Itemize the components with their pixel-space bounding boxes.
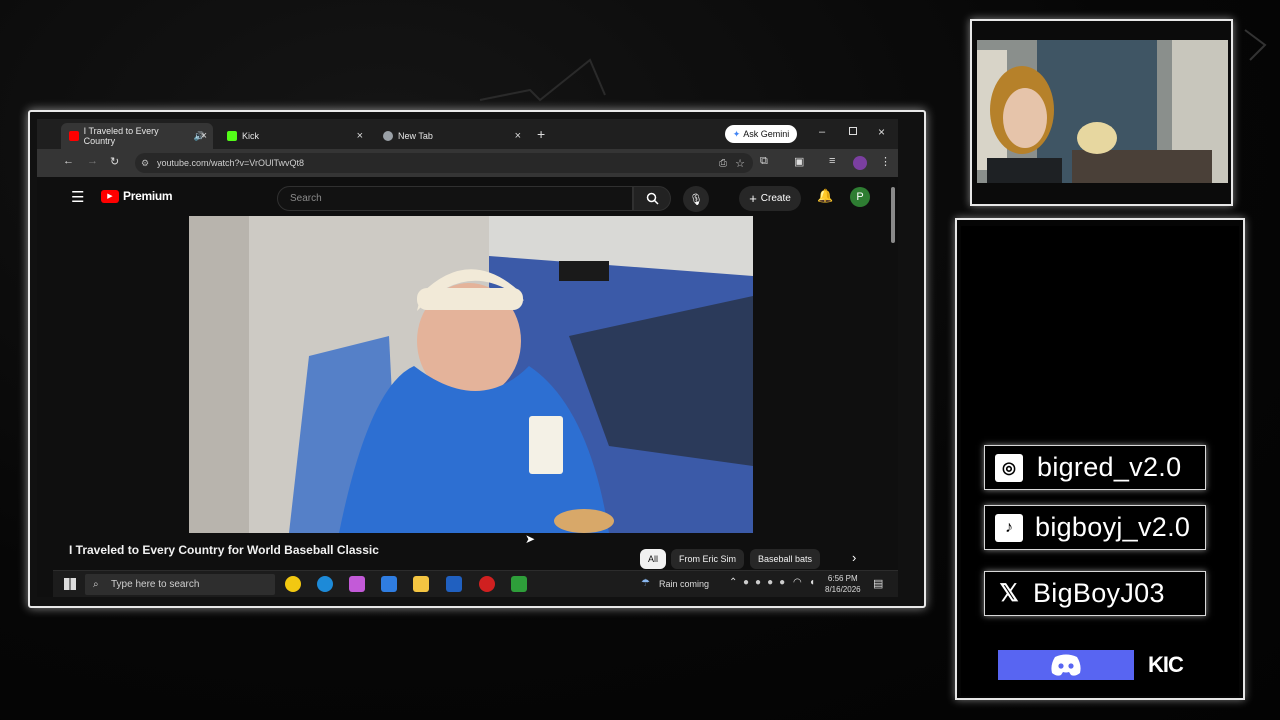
reload-icon[interactable]: ↻ (110, 155, 119, 168)
create-label: Create (760, 193, 791, 204)
windows-start-icon[interactable] (64, 578, 76, 590)
social-x: 𝕏 BigBoyJ03 (984, 571, 1206, 616)
clock[interactable]: 6:56 PM 8/16/2026 (825, 573, 861, 595)
ask-gemini-button[interactable]: ✦ Ask Gemini (725, 125, 797, 143)
close-tab-icon[interactable]: × (357, 130, 363, 142)
new-tab-button[interactable]: + (537, 126, 545, 142)
tab-kick[interactable]: Kick × (219, 123, 369, 149)
tiktok-icon: ♪ (995, 513, 1023, 542)
close-window-icon[interactable]: × (878, 125, 885, 139)
tab-label: New Tab (398, 131, 433, 141)
restore-icon[interactable] (849, 127, 857, 135)
premium-label: Premium (123, 189, 173, 203)
video-player[interactable] (189, 216, 753, 533)
webcam-frame (970, 19, 1233, 206)
search-icon (646, 192, 659, 205)
stream-overlay: I Traveled to Every Country 🔊 × Kick × N… (0, 0, 1280, 720)
outlook-taskbar-icon[interactable] (381, 576, 397, 592)
forward-icon[interactable]: → (87, 155, 98, 167)
clock-date: 8/16/2026 (825, 585, 861, 594)
video-frame-image (189, 216, 753, 533)
address-bar[interactable]: ⚙ youtube.com/watch?v=VrOUlTwvQt8 ⎙ ☆ (135, 153, 753, 173)
video-title: I Traveled to Every Country for World Ba… (69, 543, 379, 557)
discord-icon (1051, 654, 1081, 676)
clock-time: 6:56 PM (827, 574, 858, 583)
youtube-logo[interactable]: ▶ Premium (101, 189, 173, 203)
tray-icons[interactable]: ●●●● (743, 577, 791, 588)
x-handle: BigBoyJ03 (1033, 578, 1165, 608)
browser-window: I Traveled to Every Country 🔊 × Kick × N… (37, 119, 898, 597)
webcam-feed (977, 40, 1228, 183)
webcam-image (977, 40, 1228, 183)
avatar[interactable]: P (850, 187, 870, 207)
notifications-bell-icon[interactable]: 🔔 (817, 188, 833, 204)
sidebar-icon[interactable]: ▣ (794, 155, 804, 168)
tiktok-handle: bigboyj_v2.0 (1035, 512, 1191, 542)
hamburger-menu-icon[interactable]: ☰ (71, 188, 84, 206)
taskbar-search-icon: ⌕ (93, 579, 99, 590)
ask-gemini-label: Ask Gemini (743, 129, 790, 139)
tab-strip: I Traveled to Every Country 🔊 × Kick × N… (37, 119, 898, 149)
store-taskbar-icon[interactable] (446, 576, 462, 592)
youtube-play-icon: ▶ (101, 189, 119, 203)
close-tab-icon[interactable]: × (201, 130, 207, 142)
url-text: youtube.com/watch?v=VrOUlTwvQt8 (157, 158, 304, 168)
create-button[interactable]: + Create (739, 186, 801, 211)
notification-center-icon[interactable]: ▤ (873, 577, 883, 590)
back-icon[interactable]: ← (63, 155, 74, 167)
wifi-icon[interactable]: ◠ (793, 577, 802, 588)
copilot-taskbar-icon[interactable] (349, 576, 365, 592)
search-input[interactable]: Search (277, 186, 633, 211)
chrome-favicon-icon (383, 131, 393, 141)
voice-search-button[interactable]: 🎙 (683, 186, 709, 212)
search-button[interactable] (633, 186, 671, 211)
x-icon: 𝕏 (995, 579, 1023, 608)
tab-new-tab[interactable]: New Tab × (375, 123, 527, 149)
gemini-sparkle-icon: ✦ (732, 128, 741, 139)
site-info-icon[interactable]: ⚙ (141, 158, 149, 169)
social-instagram: ◎ bigred_v2.0 (984, 445, 1206, 490)
volume-icon[interactable]: ◖ (809, 577, 815, 588)
chip-baseball-bats[interactable]: Baseball bats (750, 549, 821, 569)
taskbar-search-placeholder: Type here to search (111, 579, 200, 590)
reading-list-icon[interactable]: ≡ (829, 155, 835, 167)
browser-toolbar: ← → ↻ ⚙ youtube.com/watch?v=VrOUlTwvQt8 … (37, 149, 898, 177)
social-tiktok: ♪ bigboyj_v2.0 (984, 505, 1206, 550)
weather-icon: ☂ (641, 578, 650, 589)
kick-logo: KIC (1148, 652, 1184, 677)
youtube-header: ☰ ▶ Premium Search 🎙 + Create 🔔 P (53, 177, 898, 217)
minimize-icon[interactable]: – (819, 126, 825, 138)
weather-text[interactable]: Rain coming (659, 579, 709, 589)
microphone-icon: 🎙 (689, 193, 703, 206)
chip-all[interactable]: All (640, 549, 667, 569)
tab-youtube[interactable]: I Traveled to Every Country 🔊 × (61, 123, 213, 149)
mouse-cursor-icon: ➤ (525, 532, 536, 546)
plus-icon: + (749, 191, 757, 206)
extensions-icon[interactable]: ⧉ (760, 155, 768, 168)
tab-label: Kick (242, 131, 260, 141)
taskbar-search-input[interactable]: ⌕ Type here to search (85, 574, 275, 595)
file-explorer-taskbar-icon[interactable] (413, 576, 429, 592)
page-scrollbar[interactable] (891, 187, 895, 243)
close-tab-icon[interactable]: × (515, 130, 521, 142)
search-placeholder: Search (290, 193, 322, 204)
install-icon[interactable]: ⎙ (719, 158, 727, 169)
tab-label: I Traveled to Every Country (83, 126, 159, 146)
chip-from-channel[interactable]: From Eric Sim (671, 549, 744, 569)
discord-badge (998, 650, 1134, 680)
chrome-taskbar-icon[interactable] (285, 576, 301, 592)
xbox-taskbar-icon[interactable] (511, 576, 527, 592)
bookmark-star-icon[interactable]: ☆ (735, 157, 745, 170)
instagram-handle: bigred_v2.0 (1037, 452, 1182, 482)
windows-taskbar: ⌕ Type here to search ☂ Rain coming ⌃ ●●… (53, 570, 898, 597)
tray-chevron-icon[interactable]: ⌃ (729, 577, 737, 588)
menu-kebab-icon[interactable]: ⋮ (880, 155, 891, 168)
kick-favicon-icon (227, 131, 237, 141)
edge-taskbar-icon[interactable] (317, 576, 333, 592)
profile-icon[interactable] (853, 156, 867, 170)
youtube-favicon-icon (69, 131, 79, 141)
obs-taskbar-icon[interactable] (479, 576, 495, 592)
instagram-icon: ◎ (995, 453, 1023, 482)
chips-next-icon[interactable]: › (852, 550, 856, 565)
